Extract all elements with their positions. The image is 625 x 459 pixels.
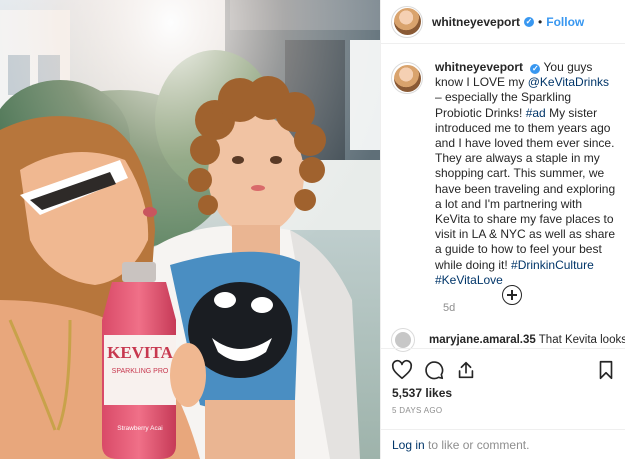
- comment-body: That Kevita looks: [535, 334, 625, 346]
- caption-text: whitneyeveport ✓ You guys know I LOVE my…: [435, 60, 616, 288]
- hashtag-drinkinculture-link[interactable]: #DrinkinCulture: [511, 258, 594, 272]
- caption-time: 5d: [443, 302, 456, 315]
- caption-avatar[interactable]: [391, 62, 423, 94]
- heart-icon[interactable]: [391, 359, 413, 381]
- verified-icon: ✓: [524, 16, 535, 27]
- header-separator: •: [538, 14, 543, 29]
- bottle-subtitle: SPARKLING PRO: [112, 368, 169, 375]
- post-side-panel: whitneyeveport ✓ • Follow whitneyeveport…: [380, 0, 625, 459]
- header-username[interactable]: whitneyeveport: [432, 15, 520, 29]
- share-icon[interactable]: [455, 359, 477, 381]
- post-photo[interactable]: KEVITA SPARKLING PRO Strawberry Acai: [0, 0, 380, 459]
- bookmark-icon[interactable]: [595, 359, 617, 381]
- login-prompt: Log in to like or comment.: [381, 429, 625, 459]
- post-actions: 5,537 likes 5 DAYS AGO Log in to like or…: [381, 348, 625, 459]
- commenter-username[interactable]: maryjane.amaral.35: [429, 334, 536, 346]
- login-rest: to like or comment.: [424, 438, 530, 452]
- comment-icon[interactable]: [423, 359, 445, 381]
- header-avatar[interactable]: [391, 5, 423, 38]
- bottle-brand: KEVITA: [107, 343, 174, 362]
- caption-verified-icon: ✓: [530, 64, 541, 74]
- hashtag-ad-link[interactable]: #ad: [526, 106, 546, 120]
- bottle-flavor: Strawberry Acai: [117, 425, 163, 432]
- caption-username[interactable]: whitneyeveport: [435, 60, 523, 74]
- comment-text: maryjane.amaral.35 That Kevita looks: [429, 334, 625, 346]
- mention-link[interactable]: @KeVitaDrinks: [528, 75, 609, 89]
- follow-button[interactable]: Follow: [546, 15, 584, 29]
- post-image: KEVITA SPARKLING PRO Strawberry Acai: [0, 0, 380, 459]
- load-more-comments-plus-icon[interactable]: [502, 285, 522, 305]
- login-link[interactable]: Log in: [392, 438, 425, 452]
- post-header: whitneyeveport ✓ • Follow: [381, 0, 625, 44]
- likes-count[interactable]: 5,537 likes: [392, 386, 452, 400]
- post-date: 5 DAYS AGO: [392, 406, 443, 415]
- caption-part-3: My sister introduced me to them years ag…: [435, 105, 616, 272]
- hashtag-kevitalove-link[interactable]: #KeVitaLove: [435, 273, 503, 287]
